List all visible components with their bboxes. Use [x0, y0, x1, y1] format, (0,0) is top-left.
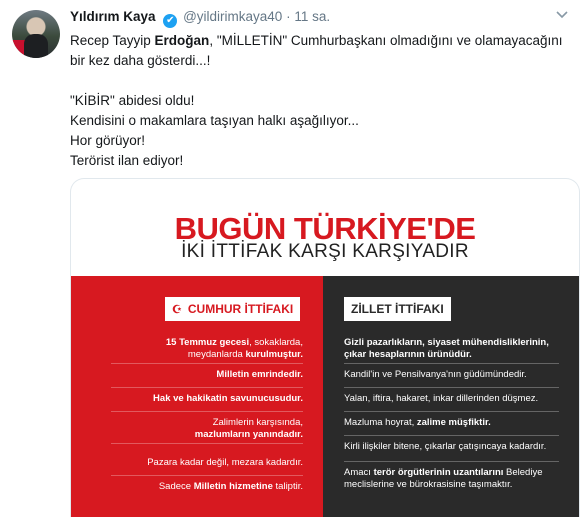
tweet-timestamp[interactable]: 11 sa. [294, 9, 330, 24]
cumhur-tag: ☪ CUMHUR İTTİFAKI [165, 297, 301, 321]
tweet-line: Terörist ilan ediyor! [70, 153, 184, 168]
tweet-text: Recep Tayyip Erdoğan, "MİLLETİN" Cumhurb… [70, 31, 570, 171]
tweet-header: Yıldırım Kaya ✔ @yildirimkaya40 · 11 sa. [70, 9, 330, 28]
divider [344, 411, 559, 412]
tweet-line: Kendisini o makamlara taşıyan halkı aşağ… [70, 113, 359, 128]
tweet-image-card[interactable]: BUGÜN TÜRKİYE'DE İKİ İTTİFAK KARŞI KARŞI… [70, 178, 580, 517]
cumhur-item: Pazara kadar değil, mezara kadardır. [147, 457, 303, 468]
cumhur-panel: ☪ CUMHUR İTTİFAKI 15 Temmuz gecesi, sokak… [71, 276, 323, 517]
zillet-item: Yalan, iftira, hakaret, inkar dillerinde… [344, 393, 539, 404]
card-subtitle: İKİ İTTİFAK KARŞI KARŞIYADIR [181, 241, 469, 262]
crescent-star-icon: ☪ [172, 304, 182, 316]
divider [344, 387, 559, 388]
cumhur-item: Sadece Milletin hizmetine taliptir. [158, 481, 303, 492]
chevron-down-icon[interactable] [556, 6, 568, 22]
cumhur-item: Zalimlerin karşısında, mazlumların yanınd… [194, 417, 303, 440]
divider [111, 363, 303, 364]
cumhur-item: Hak ve hakikatin savunucusudur. [153, 393, 303, 404]
divider [111, 411, 303, 412]
author-avatar[interactable] [12, 10, 60, 58]
zillet-panel: ZİLLET İTTİFAKI Gizli pazarlıkların, siy… [323, 276, 579, 517]
tweet-line: "KİBİR" abidesi oldu! [70, 93, 195, 108]
author-handle[interactable]: @yildirimkaya40 [183, 9, 282, 24]
zillet-item: Mazluma hoyrat, zalime müşfiktir. [344, 417, 491, 428]
zillet-item: Kirli ilişkiler bitene, çıkarlar çatışın… [344, 441, 547, 452]
tweet-line: Recep Tayyip Erdoğan, "MİLLETİN" Cumhurb… [70, 33, 563, 48]
divider [344, 363, 559, 364]
zillet-item: Gizli pazarlıkların, siyaset mühendislik… [344, 337, 549, 360]
zillet-tag: ZİLLET İTTİFAKI [344, 297, 451, 321]
verified-badge-icon: ✔ [163, 14, 178, 28]
divider [111, 475, 303, 476]
cumhur-item: Milletin emrindedir. [216, 369, 303, 380]
tweet-line: bir kez daha gösterdi...! [70, 53, 211, 68]
divider [111, 443, 303, 444]
divider [111, 387, 303, 388]
zillet-item: Amacı terör örgütlerinin uzantılarını Be… [344, 467, 543, 490]
divider [344, 435, 559, 436]
header-separator: · [286, 9, 291, 24]
avatar-figure [24, 34, 48, 58]
tweet-line: Hor görüyor! [70, 133, 146, 148]
divider [344, 461, 559, 462]
cumhur-item: 15 Temmuz gecesi, sokaklarda, meydanlard… [165, 337, 303, 360]
zillet-item: Kandil'in ve Pensilvanya'nın güdümündedi… [344, 369, 527, 380]
author-name[interactable]: Yıldırım Kaya [70, 9, 156, 24]
tweet-bold-name: Erdoğan [154, 33, 210, 48]
